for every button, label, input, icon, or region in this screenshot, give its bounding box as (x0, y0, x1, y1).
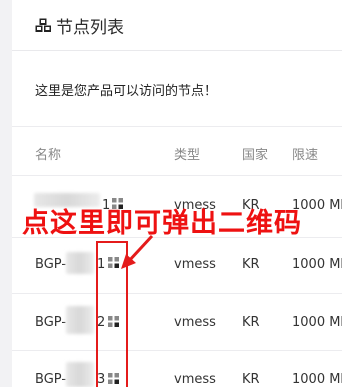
redacted-name (66, 252, 94, 274)
node-speed: 1000 Mb (292, 257, 342, 272)
node-country: KR (242, 257, 260, 272)
column-header-name: 名称 (35, 148, 62, 163)
column-header-speed: 限速 (292, 148, 319, 163)
node-speed: 1000 Mb (292, 372, 342, 387)
node-type: vmess (174, 315, 216, 330)
node-country: KR (242, 315, 260, 330)
annotation-arrow-icon (121, 234, 154, 269)
card-header: 节点列表 (12, 0, 342, 51)
node-name-prefix: BGP- (35, 315, 67, 330)
node-name-prefix: BGP- (35, 257, 67, 272)
node-name-prefix: BGP- (35, 372, 67, 387)
node-speed: 1000 Mb (292, 315, 342, 330)
column-header-type: 类型 (174, 148, 201, 163)
page-title: 节点列表 (56, 18, 124, 38)
redacted-name (66, 306, 94, 334)
node-type: vmess (174, 372, 216, 387)
column-header-country: 国家 (242, 148, 269, 163)
node-list-card: 节点列表 这里是您产品可以访问的节点！ 名称 类型 国家 限速 1 vmess … (12, 0, 342, 387)
node-country: KR (242, 372, 260, 387)
divider (12, 293, 342, 294)
description-text: 这里是您产品可以访问的节点！ (35, 84, 218, 99)
annotation-text: 点这里即可弹出二维码 (22, 208, 302, 239)
divider (12, 126, 342, 127)
node-type: vmess (174, 257, 216, 272)
divider (12, 175, 342, 176)
redacted-name (66, 362, 94, 387)
cubes-icon (35, 18, 51, 32)
divider (12, 350, 342, 351)
